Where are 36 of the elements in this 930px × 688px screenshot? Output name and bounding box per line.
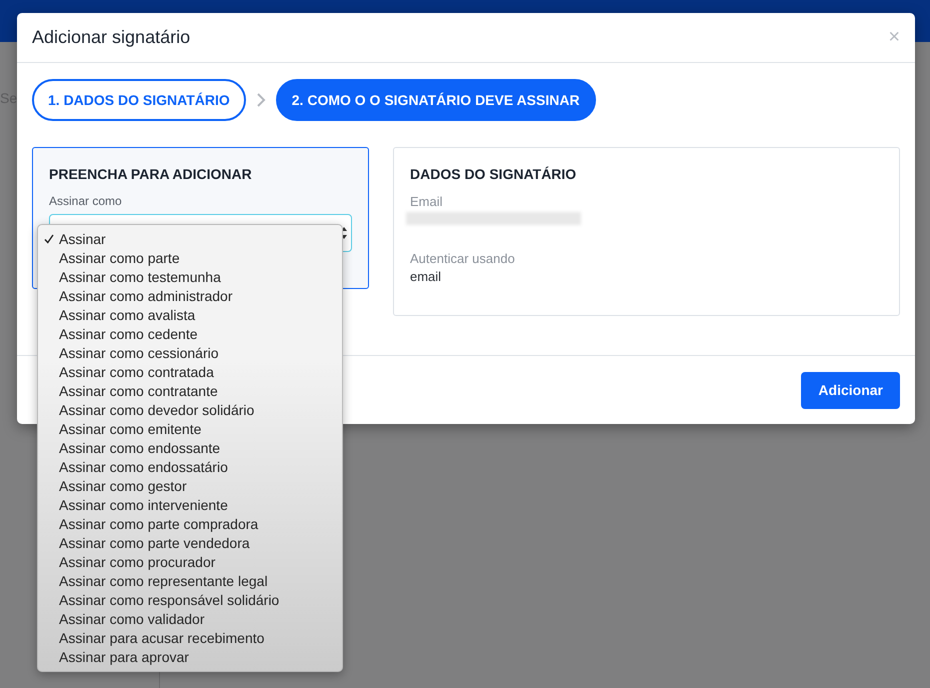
dropdown-option[interactable]: Assinar como parte vendedora: [59, 534, 250, 550]
dropdown-option[interactable]: Assinar como devedor solidário: [59, 402, 254, 418]
dropdown-option[interactable]: Assinar como gestor: [59, 478, 187, 494]
add-button[interactable]: Adicionar: [801, 372, 900, 408]
dropdown-option[interactable]: Assinar como endossatário: [59, 458, 228, 474]
dropdown-option[interactable]: Assinar para acusar recebimento: [59, 630, 264, 646]
dropdown-option[interactable]: Assinar como cessionário: [59, 344, 219, 360]
dropdown-option[interactable]: Assinar como cedente: [59, 326, 198, 342]
step-tab[interactable]: 2. COMO O O SIGNATÁRIO DEVE ASSINAR: [276, 79, 596, 121]
dropdown-option[interactable]: Assinar como procurador: [59, 554, 216, 570]
dropdown-option[interactable]: Assinar como contratada: [59, 364, 214, 380]
dropdown-option[interactable]: Assinar como administrador: [59, 288, 233, 304]
dropdown-option[interactable]: Assinar como interveniente: [59, 496, 228, 512]
card-title: DADOS DO SIGNATÁRIO: [410, 166, 578, 182]
field-label: Autenticar usando: [410, 251, 516, 266]
dropdown-option[interactable]: Assinar como endossante: [59, 440, 220, 456]
chevron-icon: [256, 93, 266, 107]
dropdown-option[interactable]: Assinar: [59, 230, 106, 246]
checkmark-icon: [44, 234, 54, 244]
field-label: Email: [410, 194, 444, 209]
dropdown-option[interactable]: Assinar como contratante: [59, 382, 218, 398]
dialog-title: Adicionar signatário: [32, 27, 190, 48]
dropdown-option[interactable]: Assinar como responsável solidário: [59, 592, 280, 608]
dropdown-option[interactable]: Assinar como avalista: [59, 306, 196, 322]
dropdown-option[interactable]: Assinar para aprovar: [59, 648, 189, 664]
step-tab[interactable]: 1. DADOS DO SIGNATÁRIO: [32, 79, 246, 121]
field-label: Assinar como: [49, 194, 123, 208]
dropdown-option[interactable]: Assinar como parte compradora: [59, 516, 258, 532]
dropdown-option[interactable]: Assinar como validador: [59, 610, 205, 626]
dropdown-option[interactable]: Assinar como representante legal: [59, 572, 268, 588]
dropdown-option[interactable]: Assinar como emitente: [59, 420, 202, 436]
dropdown-option[interactable]: Assinar como testemunha: [59, 268, 221, 284]
dropdown-option[interactable]: Assinar como parte: [59, 250, 180, 266]
updown-icon: [340, 226, 348, 240]
field-value: email: [410, 269, 442, 284]
card-title: PREENCHA PARA ADICIONAR: [49, 166, 253, 182]
